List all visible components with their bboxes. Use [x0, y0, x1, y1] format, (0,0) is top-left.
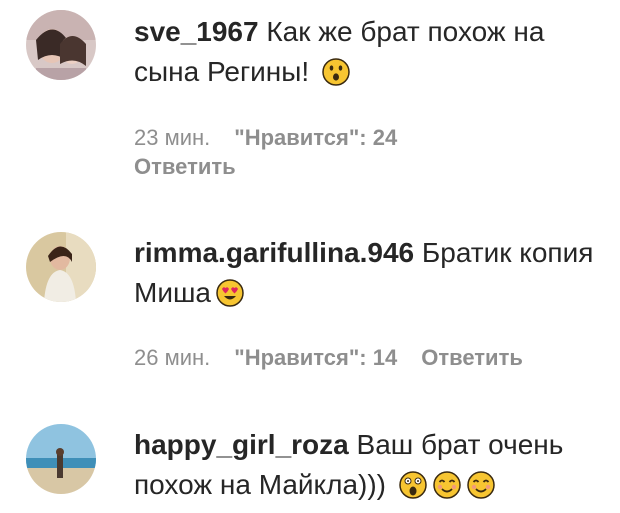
- smiling-face-icon: [466, 470, 496, 500]
- like-count[interactable]: "Нравится": 14: [234, 345, 397, 370]
- avatar[interactable]: [26, 10, 96, 80]
- heart-eyes-face-icon: [215, 278, 245, 308]
- username[interactable]: rimma.garifullina.946: [134, 237, 414, 268]
- smiling-face-icon: [432, 470, 462, 500]
- comment-meta: 23 мин. "Нравится": 24: [134, 123, 421, 153]
- comment-time[interactable]: 23 мин.: [134, 125, 210, 150]
- username[interactable]: sve_1967: [134, 16, 259, 47]
- comment-meta: 26 мин. "Нравится": 14 Ответить: [134, 343, 547, 373]
- comment-meta-reply: Ответить: [134, 152, 260, 182]
- avatar[interactable]: [26, 424, 96, 494]
- reply-button[interactable]: Ответить: [421, 345, 523, 370]
- comment-time[interactable]: 26 мин.: [134, 345, 210, 370]
- like-count[interactable]: "Нравится": 24: [234, 125, 397, 150]
- username[interactable]: happy_girl_roza: [134, 429, 349, 460]
- avatar[interactable]: [26, 232, 96, 302]
- comment-text: happy_girl_roza Ваш брат очень похож на …: [134, 425, 604, 505]
- screaming-face-icon: [398, 470, 428, 500]
- comment-text: sve_1967 Как же брат похож на сына Регин…: [134, 12, 604, 92]
- reply-button[interactable]: Ответить: [134, 154, 236, 179]
- astonished-face-icon: [321, 57, 351, 87]
- comment-text: rimma.garifullina.946 Братик копия Миша: [134, 233, 604, 313]
